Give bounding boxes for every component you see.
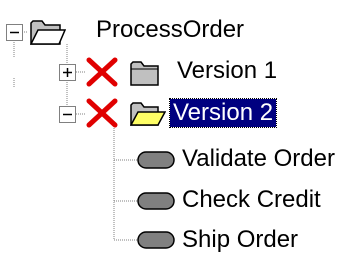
process-tree: ProcessOrder Version 1 Version 2 Validat… — [0, 0, 339, 260]
tree-node-label-activity[interactable]: Validate Order — [179, 145, 338, 173]
red-x-icon — [86, 98, 118, 128]
collapse-icon[interactable] — [59, 106, 76, 123]
open-folder-icon — [30, 20, 66, 45]
expand-icon[interactable] — [59, 64, 76, 81]
closed-folder-icon — [130, 61, 159, 86]
tree-node-label-version-2[interactable]: Version 2 — [168, 98, 278, 128]
tree-node-label-root[interactable]: ProcessOrder — [93, 16, 247, 44]
tree-node-label-version-1[interactable]: Version 1 — [174, 57, 280, 85]
activity-pill-icon — [137, 231, 175, 249]
tree-node-label-activity[interactable]: Check Credit — [179, 186, 324, 214]
activity-pill-icon — [137, 151, 175, 169]
red-x-icon — [86, 57, 118, 87]
collapse-icon[interactable] — [6, 24, 23, 41]
open-folder-icon — [130, 102, 166, 126]
tree-node-label-activity[interactable]: Ship Order — [179, 226, 301, 254]
activity-pill-icon — [137, 192, 175, 210]
